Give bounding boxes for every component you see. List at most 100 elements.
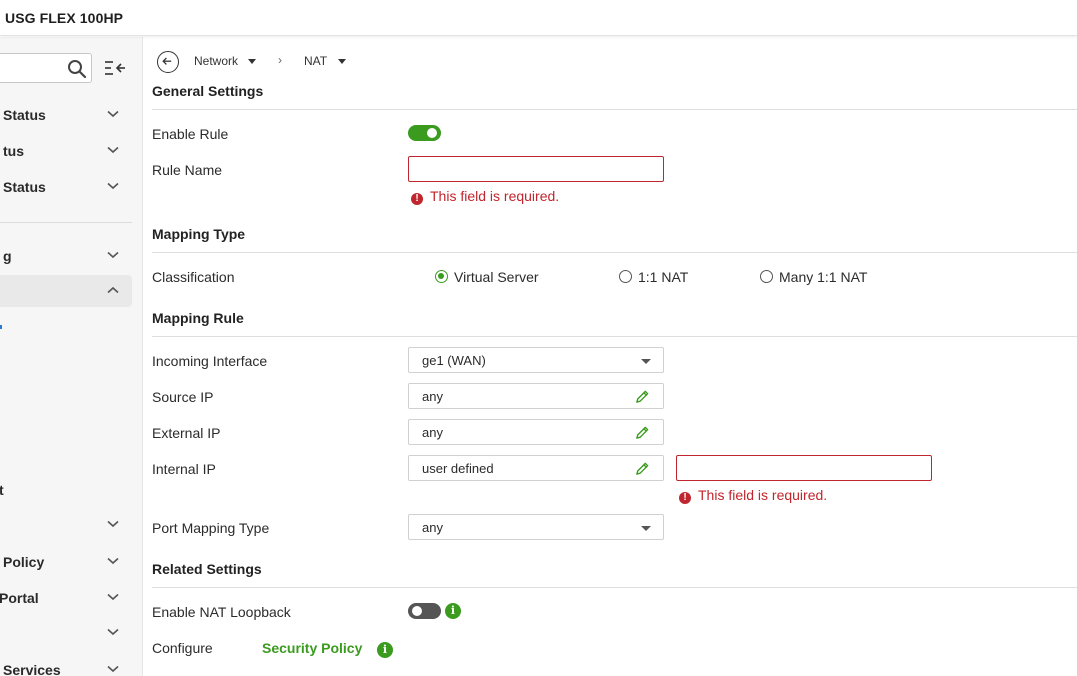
internal-ip-label: Internal IP [152, 461, 216, 477]
sidebar: Status tus Status g t Policy Portal Serv… [0, 37, 143, 676]
sidebar-item-label: Policy [3, 554, 45, 570]
chevron-down-icon [107, 593, 119, 601]
caret-down-icon [248, 59, 257, 65]
section-title-related: Related Settings [152, 561, 262, 577]
rule-name-input[interactable] [408, 156, 664, 182]
chevron-down-icon [107, 520, 119, 528]
internal-ip-error: ! This field is required. [679, 487, 827, 504]
rule-name-error: ! This field is required. [411, 188, 559, 205]
field-value: any [422, 389, 443, 404]
security-policy-link[interactable]: Security Policy [262, 640, 362, 656]
sidebar-item-label: Services [3, 662, 61, 676]
radio-label: Many 1:1 NAT [779, 269, 868, 285]
field-value: any [422, 425, 443, 440]
radio-label: Virtual Server [454, 269, 539, 285]
field-value: user defined [422, 461, 494, 476]
internal-ip-field[interactable]: user defined [408, 455, 664, 481]
edit-pencil-icon[interactable] [635, 461, 650, 476]
edit-pencil-icon[interactable] [635, 389, 650, 404]
source-ip-label: Source IP [152, 389, 214, 405]
sidebar-item-status-1[interactable]: Status [0, 99, 132, 131]
chevron-down-icon [107, 665, 119, 673]
select-value: ge1 (WAN) [422, 353, 486, 368]
section-divider [152, 336, 1077, 337]
sidebar-item-label: Status [3, 179, 46, 195]
source-ip-field[interactable]: any [408, 383, 664, 409]
toggle-knob [427, 128, 437, 138]
section-title-general: General Settings [152, 83, 264, 99]
info-icon[interactable]: i [377, 642, 393, 658]
nat-loopback-toggle[interactable] [408, 603, 441, 619]
select-value: any [422, 520, 443, 535]
internal-ip-custom-input[interactable] [676, 455, 932, 481]
sidebar-divider [0, 222, 132, 223]
dropdown-arrow-icon [641, 526, 651, 531]
chevron-down-icon [107, 628, 119, 636]
port-mapping-type-select[interactable]: any [408, 514, 664, 540]
sidebar-item-t[interactable]: t [0, 482, 4, 498]
breadcrumb-label: NAT [304, 54, 328, 68]
radio-unchecked-icon [619, 270, 632, 283]
sidebar-item-network[interactable] [0, 275, 132, 307]
arrow-left-icon [162, 57, 172, 65]
sidebar-item-g[interactable]: g [0, 240, 132, 272]
radio-checked-icon [435, 270, 448, 283]
edit-pencil-icon[interactable] [635, 425, 650, 440]
chevron-up-icon [107, 286, 119, 294]
radio-virtual-server[interactable]: Virtual Server [435, 269, 539, 285]
active-subitem-marker [0, 325, 2, 329]
sidebar-item-services[interactable]: Services [0, 654, 132, 676]
error-text: This field is required. [430, 188, 560, 204]
dropdown-arrow-icon [641, 359, 651, 364]
sidebar-item-label: Portal [0, 590, 39, 606]
device-title: USG FLEX 100HP [5, 10, 124, 26]
incoming-interface-label: Incoming Interface [152, 353, 268, 369]
chevron-down-icon [107, 251, 119, 259]
incoming-interface-select[interactable]: ge1 (WAN) [408, 347, 664, 373]
chevron-down-icon [107, 182, 119, 190]
search-input[interactable] [0, 53, 92, 83]
top-bar: USG FLEX 100HP [0, 0, 1077, 36]
caret-down-icon [338, 59, 347, 65]
sidebar-item-portal[interactable]: Portal [0, 582, 132, 614]
section-title-mapping-type: Mapping Type [152, 226, 246, 242]
radio-one-to-one-nat[interactable]: 1:1 NAT [619, 269, 688, 285]
info-icon[interactable]: i [445, 603, 461, 619]
sidebar-item-label: g [3, 248, 12, 264]
section-divider [152, 587, 1077, 588]
section-divider [152, 109, 1077, 110]
sidebar-item-unnamed-2[interactable] [0, 617, 132, 649]
collapse-menu-icon[interactable] [104, 59, 126, 77]
toggle-knob [412, 606, 422, 616]
breadcrumb-nat[interactable]: NAT [304, 54, 347, 68]
chevron-down-icon [107, 146, 119, 154]
external-ip-field[interactable]: any [408, 419, 664, 445]
radio-many-one-to-one-nat[interactable]: Many 1:1 NAT [760, 269, 867, 285]
search-icon[interactable] [67, 59, 87, 79]
enable-rule-label: Enable Rule [152, 126, 229, 142]
breadcrumb-network[interactable]: Network [194, 54, 257, 68]
configure-label: Configure [152, 640, 213, 656]
rule-name-label: Rule Name [152, 162, 223, 178]
sidebar-item-label: Status [3, 107, 46, 123]
breadcrumb-label: Network [194, 54, 239, 68]
sidebar-item-label: tus [3, 143, 24, 159]
error-icon: ! [679, 492, 691, 504]
port-mapping-type-label: Port Mapping Type [152, 520, 270, 536]
sidebar-item-unnamed-1[interactable] [0, 509, 132, 541]
error-icon: ! [411, 193, 423, 205]
enable-rule-toggle[interactable] [408, 125, 441, 141]
sidebar-item-status-3[interactable]: Status [0, 171, 132, 203]
chevron-down-icon [107, 557, 119, 565]
external-ip-label: External IP [152, 425, 221, 441]
sidebar-item-status-2[interactable]: tus [0, 135, 132, 167]
nat-loopback-label: Enable NAT Loopback [152, 604, 291, 620]
main-content: Network › NAT General Settings Enable Ru… [143, 37, 1077, 676]
chevron-down-icon [107, 110, 119, 118]
error-text: This field is required. [698, 487, 828, 503]
radio-label: 1:1 NAT [638, 269, 689, 285]
classification-label: Classification [152, 269, 235, 285]
section-title-mapping-rule: Mapping Rule [152, 310, 244, 326]
back-button[interactable] [157, 51, 179, 73]
sidebar-item-policy[interactable]: Policy [0, 546, 132, 578]
